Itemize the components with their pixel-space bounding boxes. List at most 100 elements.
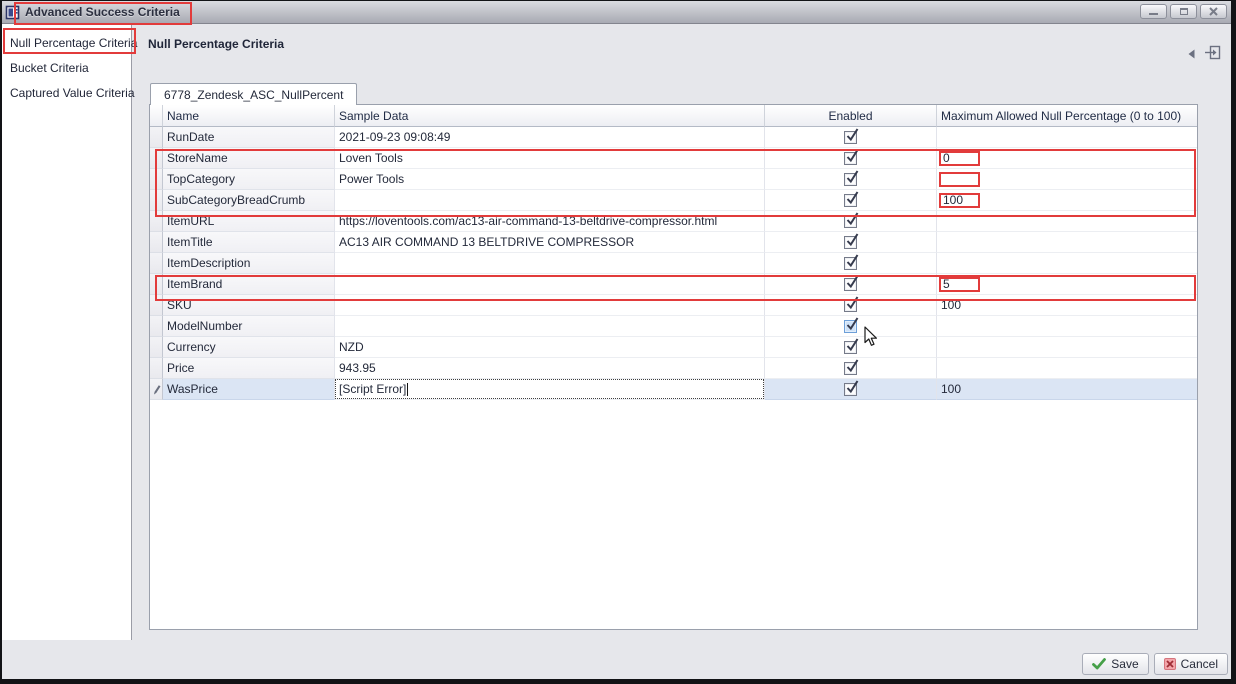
enabled-cell xyxy=(765,127,937,148)
max-null-percentage-cell[interactable] xyxy=(937,232,1197,253)
enabled-cell xyxy=(765,211,937,232)
name-cell: TopCategory xyxy=(163,169,335,190)
max-null-percentage-cell[interactable]: 5 xyxy=(937,274,1197,295)
column-header-sample-data[interactable]: Sample Data xyxy=(335,105,765,127)
inline-edit-field[interactable]: [Script Error] xyxy=(335,379,764,399)
row-selector-cell xyxy=(150,232,163,253)
name-cell: ItemTitle xyxy=(163,232,335,253)
minimize-icon xyxy=(1149,13,1158,15)
enabled-cell xyxy=(765,316,937,337)
enabled-checkbox[interactable] xyxy=(844,215,857,228)
name-cell: ModelNumber xyxy=(163,316,335,337)
sample-data-cell[interactable] xyxy=(335,253,765,274)
enabled-checkbox[interactable] xyxy=(844,194,857,207)
collapse-chevron-left-icon[interactable] xyxy=(1188,49,1195,59)
criteria-grid: Name Sample Data Enabled Maximum Allowed… xyxy=(149,104,1198,630)
text-caret xyxy=(407,383,408,396)
sample-data-cell[interactable] xyxy=(335,295,765,316)
enabled-checkbox[interactable] xyxy=(844,341,857,354)
row-selector-cell xyxy=(150,316,163,337)
enabled-checkbox[interactable] xyxy=(844,362,857,375)
enabled-cell xyxy=(765,169,937,190)
max-null-percentage-cell[interactable]: 100 xyxy=(937,190,1197,211)
row-selector-cell xyxy=(150,295,163,316)
enabled-cell xyxy=(765,337,937,358)
enabled-checkbox[interactable] xyxy=(844,236,857,249)
column-header-max-null-percentage[interactable]: Maximum Allowed Null Percentage (0 to 10… xyxy=(937,105,1197,127)
name-cell: ItemBrand xyxy=(163,274,335,295)
grid-row-subcategorybreadcrumb: SubCategoryBreadCrumb100 xyxy=(150,190,1197,211)
maximize-button[interactable] xyxy=(1170,4,1197,19)
name-cell: Price xyxy=(163,358,335,379)
grid-row-itembrand: ItemBrand 5 xyxy=(150,274,1197,295)
max-null-percentage-cell[interactable] xyxy=(937,316,1197,337)
sample-data-cell[interactable]: Loven Tools xyxy=(335,148,765,169)
sample-data-cell[interactable] xyxy=(335,274,765,295)
maximize-icon xyxy=(1180,8,1188,15)
enabled-checkbox[interactable] xyxy=(844,383,857,396)
sidebar-item-null-percentage-criteria[interactable]: Null Percentage Criteria xyxy=(2,30,131,55)
sidebar-item-bucket-criteria[interactable]: Bucket Criteria xyxy=(2,55,131,80)
max-null-percentage-cell[interactable] xyxy=(937,337,1197,358)
max-null-percentage-cell[interactable]: 0 xyxy=(937,148,1197,169)
inline-edit-text: [Script Error] xyxy=(339,382,406,396)
max-null-percentage-cell[interactable] xyxy=(937,169,1197,190)
titlebar[interactable]: Advanced Success Criteria xyxy=(2,1,1231,24)
enabled-cell xyxy=(765,148,937,169)
column-header-name[interactable]: Name xyxy=(163,105,335,127)
row-selector-cell xyxy=(150,337,163,358)
column-header-enabled[interactable]: Enabled xyxy=(765,105,937,127)
close-button[interactable] xyxy=(1200,4,1227,19)
sidebar-item-captured-value-criteria[interactable]: Captured Value Criteria xyxy=(2,80,131,105)
enabled-checkbox[interactable] xyxy=(844,299,857,312)
enabled-checkbox[interactable] xyxy=(844,152,857,165)
column-header-row-selector xyxy=(150,105,163,127)
sample-data-cell[interactable]: NZD xyxy=(335,337,765,358)
minimize-button[interactable] xyxy=(1140,4,1167,19)
max-null-percentage-cell[interactable] xyxy=(937,253,1197,274)
max-null-percentage-cell[interactable] xyxy=(937,211,1197,232)
cancel-button[interactable]: Cancel xyxy=(1154,653,1228,675)
window: Advanced Success Criteria Null Percentag… xyxy=(0,0,1236,684)
name-cell: Currency xyxy=(163,337,335,358)
row-selector-cell xyxy=(150,127,163,148)
max-null-percentage-cell[interactable]: 100 xyxy=(937,379,1197,400)
cancel-x-icon xyxy=(1164,658,1176,670)
enabled-checkbox[interactable] xyxy=(844,131,857,144)
enabled-cell xyxy=(765,379,937,400)
annotation-box-max-value: 100 xyxy=(939,193,980,208)
enabled-checkbox[interactable] xyxy=(844,173,857,186)
enabled-checkbox[interactable] xyxy=(844,278,857,291)
row-selector-cell xyxy=(150,358,163,379)
sample-data-cell[interactable] xyxy=(335,190,765,211)
sample-data-cell[interactable] xyxy=(335,316,765,337)
grid-row-sku: SKU100 xyxy=(150,295,1197,316)
enabled-cell xyxy=(765,358,937,379)
sample-data-cell[interactable]: AC13 AIR COMMAND 13 BELTDRIVE COMPRESSOR xyxy=(335,232,765,253)
max-null-percentage-cell[interactable]: 100 xyxy=(937,295,1197,316)
grid-row-itemurl: ItemURLhttps://loventools.com/ac13-air-c… xyxy=(150,211,1197,232)
save-check-icon xyxy=(1092,658,1106,670)
sample-data-cell[interactable]: [Script Error] xyxy=(335,379,765,400)
enabled-checkbox[interactable] xyxy=(844,320,857,333)
row-edit-pencil-icon xyxy=(150,379,163,400)
enabled-cell xyxy=(765,253,937,274)
sidebar: Null Percentage CriteriaBucket CriteriaC… xyxy=(2,24,132,640)
max-null-percentage-cell[interactable] xyxy=(937,358,1197,379)
close-icon xyxy=(1209,7,1218,16)
tab-null-percent[interactable]: 6778_Zendesk_ASC_NullPercent xyxy=(150,83,357,105)
enabled-checkbox[interactable] xyxy=(844,257,857,270)
max-null-percentage-cell[interactable] xyxy=(937,127,1197,148)
row-selector-cell xyxy=(150,148,163,169)
grid-row-itemdescription: ItemDescription xyxy=(150,253,1197,274)
sample-data-cell[interactable]: https://loventools.com/ac13-air-command-… xyxy=(335,211,765,232)
sample-data-cell[interactable]: 943.95 xyxy=(335,358,765,379)
grid-row-currency: CurrencyNZD xyxy=(150,337,1197,358)
sample-data-cell[interactable]: 2021-09-23 09:08:49 xyxy=(335,127,765,148)
window-title: Advanced Success Criteria xyxy=(25,5,180,19)
save-button[interactable]: Save xyxy=(1082,653,1148,675)
sample-data-cell[interactable]: Power Tools xyxy=(335,169,765,190)
enabled-cell xyxy=(765,274,937,295)
row-selector-cell xyxy=(150,274,163,295)
dock-panel-icon[interactable] xyxy=(1205,45,1221,60)
